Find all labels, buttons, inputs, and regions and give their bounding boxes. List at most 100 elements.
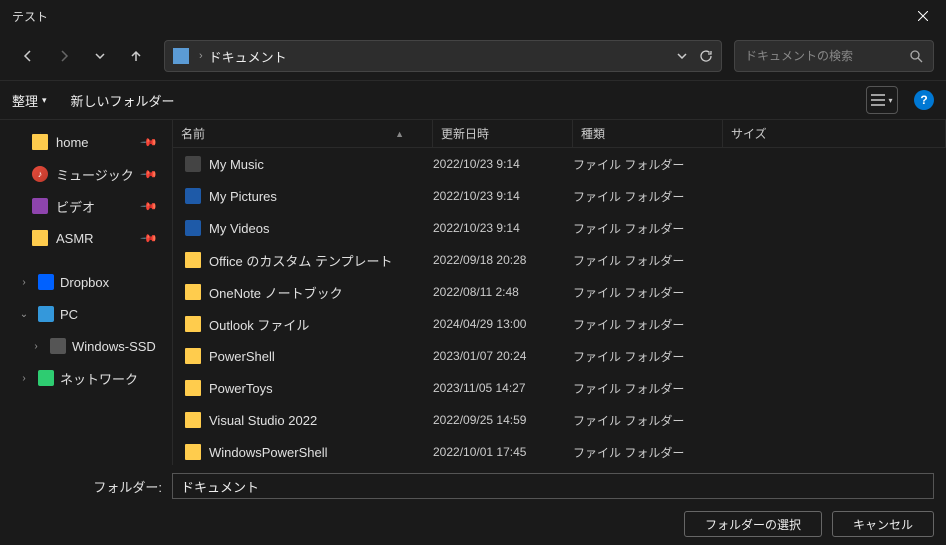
file-type: ファイル フォルダー [573,156,723,173]
table-row[interactable]: WindowsPowerShell 2022/10/01 17:45ファイル フォ… [173,436,946,465]
folder-icon [32,134,48,150]
col-size[interactable]: サイズ [723,120,946,147]
sidebar-item-label: ASMR [56,231,94,246]
search-bar[interactable] [734,40,934,72]
col-type[interactable]: 種類 [573,120,723,147]
folder-label: フォルダー: [12,477,172,496]
table-row[interactable]: My Pictures 2022/10/23 9:14ファイル フォルダー [173,180,946,212]
pin-icon: 📌 [140,133,159,152]
file-name: Outlook ファイル [209,315,309,334]
file-name: PowerShell [209,349,275,364]
sidebar-item-ミュージック[interactable]: ♪ミュージック📌 [8,158,164,190]
file-type: ファイル フォルダー [573,284,723,301]
folder-icon [185,348,201,364]
file-list: 名前▲ 更新日時 種類 サイズ My Music2022/10/23 9:14フ… [172,120,946,465]
refresh-icon[interactable] [699,49,713,63]
music-icon: ♪ [32,166,48,182]
titlebar: テスト [0,0,946,32]
file-date: 2022/10/23 9:14 [433,157,573,171]
folder-icon [185,252,201,268]
breadcrumb-separator: › [199,50,203,62]
file-date: 2023/11/05 14:27 [433,381,573,395]
sidebar: home📌♪ミュージック📌ビデオ📌ASMR📌 ›Dropbox ⌄PC ›Win… [0,120,172,465]
file-date: 2022/10/01 17:45 [433,445,573,459]
file-name: My Pictures [209,189,277,204]
sort-indicator: ▲ [395,129,404,139]
sidebar-item-label: ビデオ [56,197,95,216]
table-row[interactable]: Outlook ファイル 2024/04/29 13:00ファイル フォルダー [173,308,946,340]
folder-icon [185,412,201,428]
folder-icon [32,230,48,246]
tree-pc[interactable]: ⌄PC [8,298,164,330]
view-options-button[interactable]: ▾ [866,86,898,114]
organize-button[interactable]: 整理 ▾ [12,91,47,110]
sidebar-item-ビデオ[interactable]: ビデオ 📌 [8,190,164,222]
recent-dropdown[interactable] [84,40,116,72]
address-bar[interactable]: › ドキュメント [164,40,722,72]
folder-input[interactable] [172,473,934,499]
table-row[interactable]: My Music2022/10/23 9:14ファイル フォルダー [173,148,946,180]
up-button[interactable] [120,40,152,72]
footer: フォルダー: フォルダーの選択 キャンセル [0,465,946,545]
search-input[interactable] [745,49,910,63]
file-type: ファイル フォルダー [573,220,723,237]
table-row[interactable]: Office のカスタム テンプレート2022/09/18 20:28ファイル … [173,244,946,276]
sidebar-item-ASMR[interactable]: ASMR 📌 [8,222,164,254]
table-row[interactable]: PowerToys 2023/11/05 14:27ファイル フォルダー [173,372,946,404]
table-row[interactable]: PowerShell2023/01/07 20:24ファイル フォルダー [173,340,946,372]
select-folder-button[interactable]: フォルダーの選択 [684,511,822,537]
file-date: 2023/01/07 20:24 [433,349,573,363]
pin-icon: 📌 [140,197,159,216]
chevron-down-icon[interactable] [677,53,687,59]
new-folder-button[interactable]: 新しいフォルダー [71,91,175,110]
back-button[interactable] [12,40,44,72]
file-type: ファイル フォルダー [573,188,723,205]
window-title: テスト [12,8,48,25]
search-icon[interactable] [910,50,923,63]
sidebar-item-home[interactable]: home 📌 [8,126,164,158]
document-icon [173,48,189,64]
folder-icon [185,316,201,332]
tree-drive[interactable]: ›Windows-SSD [8,330,164,362]
table-row[interactable]: My Videos 2022/10/23 9:14ファイル フォルダー [173,212,946,244]
file-name: PowerToys [209,381,273,396]
file-date: 2022/08/11 2:48 [433,285,573,299]
table-row[interactable]: OneNote ノートブック 2022/08/11 2:48ファイル フォルダー [173,276,946,308]
network-icon [38,370,54,386]
sidebar-item-label: home [56,135,89,150]
file-date: 2022/09/18 20:28 [433,253,573,267]
file-name: Office のカスタム テンプレート [209,251,393,270]
help-icon[interactable]: ? [914,90,934,110]
tree-dropbox[interactable]: ›Dropbox [8,266,164,298]
file-date: 2024/04/29 13:00 [433,317,573,331]
file-type: ファイル フォルダー [573,412,723,429]
cancel-button[interactable]: キャンセル [832,511,934,537]
folder-icon [185,156,201,172]
file-date: 2022/10/23 9:14 [433,221,573,235]
breadcrumb-location[interactable]: ドキュメント [209,47,287,66]
col-name[interactable]: 名前▲ [173,120,433,147]
file-type: ファイル フォルダー [573,380,723,397]
file-date: 2022/10/23 9:14 [433,189,573,203]
toolbar: 整理 ▾ 新しいフォルダー ▾ ? [0,80,946,120]
file-type: ファイル フォルダー [573,444,723,461]
folder-icon [185,380,201,396]
pin-icon: 📌 [140,229,159,248]
pc-icon [38,306,54,322]
close-button[interactable] [900,0,946,32]
pin-icon: 📌 [140,165,159,184]
column-headers: 名前▲ 更新日時 種類 サイズ [173,120,946,148]
folder-icon [185,444,201,460]
video-icon [32,198,48,214]
file-name: WindowsPowerShell [209,445,328,460]
file-name: OneNote ノートブック [209,283,343,302]
forward-button[interactable] [48,40,80,72]
table-row[interactable]: Visual Studio 20222022/09/25 14:59ファイル フ… [173,404,946,436]
file-name: My Videos [209,221,269,236]
file-date: 2022/09/25 14:59 [433,413,573,427]
file-type: ファイル フォルダー [573,316,723,333]
tree-network[interactable]: ›ネットワーク [8,362,164,394]
disk-icon [50,338,66,354]
folder-icon [185,220,201,236]
col-date[interactable]: 更新日時 [433,120,573,147]
